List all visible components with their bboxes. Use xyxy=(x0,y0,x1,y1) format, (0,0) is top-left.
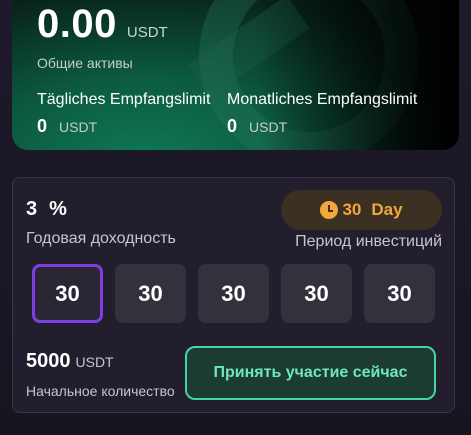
daily-limit-unit: USDT xyxy=(59,119,98,135)
period-value: 30 xyxy=(342,200,362,219)
period-option[interactable]: 30 xyxy=(115,264,186,323)
join-now-button[interactable]: Принять участие сейчас xyxy=(185,346,436,400)
annual-rate-unit: % xyxy=(49,198,67,220)
annual-rate-row: 3 % xyxy=(26,198,67,221)
total-assets-value: 0.00 xyxy=(37,2,117,46)
period-option[interactable]: 30 xyxy=(32,264,103,323)
monthly-limit-value: 0 xyxy=(227,116,238,136)
daily-limit-label: Tägliches Empfangslimit xyxy=(37,91,211,108)
total-assets-label: Общие активы xyxy=(37,55,133,71)
period-badge: 30 Day xyxy=(281,190,442,230)
period-option[interactable]: 30 xyxy=(281,264,352,323)
initial-amount-row: 5000 USDT xyxy=(26,350,114,373)
period-option[interactable]: 30 xyxy=(364,264,435,323)
monthly-limit-label: Monatliches Empfangslimit xyxy=(227,91,418,108)
total-assets-row: 0.00 USDT xyxy=(37,2,168,47)
investment-card: 3 % Годовая доходность 30 Day Период инв… xyxy=(12,177,455,413)
period-options: 30 30 30 30 30 xyxy=(32,264,435,323)
total-assets-unit: USDT xyxy=(126,24,168,41)
annual-rate-value: 3 xyxy=(26,198,38,220)
daily-limit-value: 0 xyxy=(37,116,48,136)
initial-amount-value: 5000 xyxy=(26,350,71,372)
daily-limit-row: 0 USDT xyxy=(37,116,97,137)
period-unit: Day xyxy=(371,200,403,219)
annual-rate-label: Годовая доходность xyxy=(26,230,176,247)
monthly-limit-unit: USDT xyxy=(249,119,288,135)
clock-icon xyxy=(320,201,339,219)
page: 0.00 USDT Общие активы Tägliches Empfang… xyxy=(0,0,471,435)
initial-amount-unit: USDT xyxy=(75,354,114,370)
period-label: Период инвестиций xyxy=(295,233,442,250)
initial-amount-label: Начальное количество xyxy=(26,383,175,399)
asset-summary-card: 0.00 USDT Общие активы Tägliches Empfang… xyxy=(12,0,459,150)
monthly-limit-row: 0 USDT xyxy=(227,116,287,137)
period-option[interactable]: 30 xyxy=(198,264,269,323)
card-shade xyxy=(259,0,459,150)
